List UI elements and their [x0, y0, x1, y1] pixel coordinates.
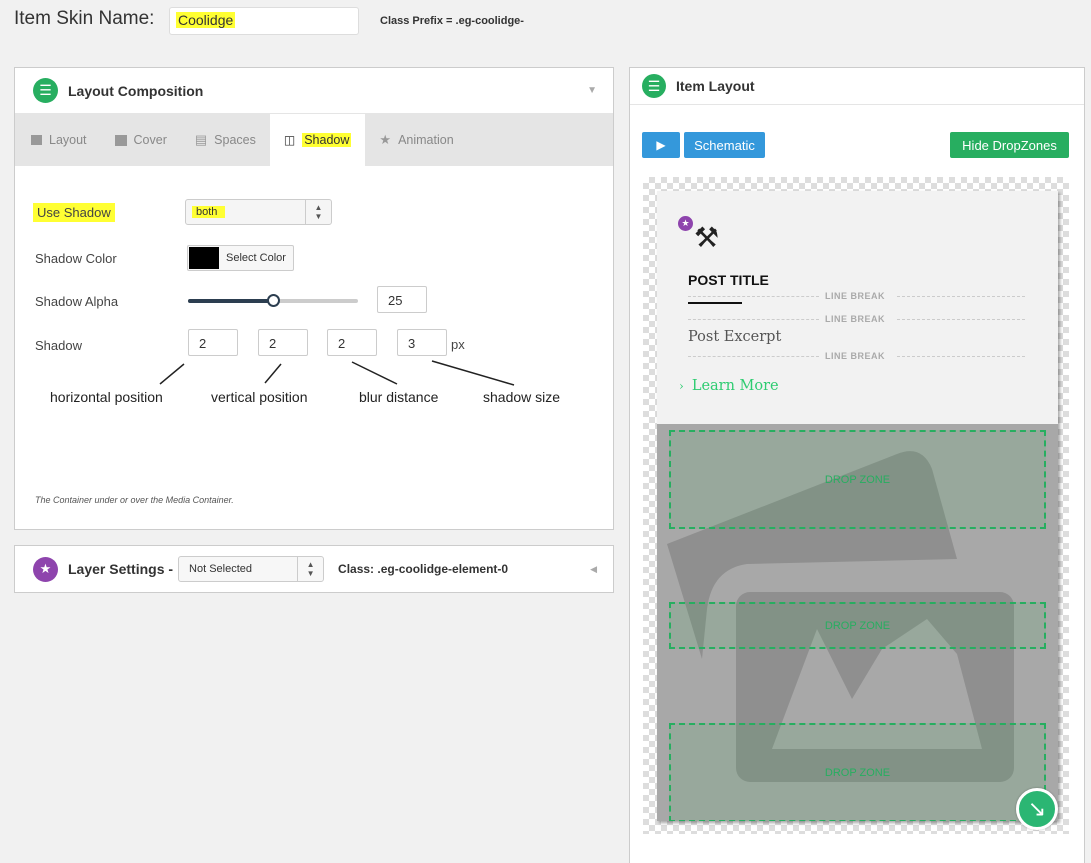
item-layout-title: Item Layout: [676, 78, 755, 94]
title-underline: [688, 302, 742, 304]
line-break-label[interactable]: LINE BREAK: [825, 351, 885, 361]
star-icon: ★: [33, 556, 58, 582]
layer-class-text: Class: .eg-coolidge-element-0: [338, 562, 509, 576]
annotation-blur-distance: blur distance: [359, 389, 439, 405]
post-title[interactable]: POST TITLE: [688, 272, 769, 288]
annotation-line-horizontal: [159, 363, 185, 385]
resize-handle-icon[interactable]: ↘: [1016, 788, 1058, 830]
hide-dropzones-button[interactable]: Hide DropZones: [950, 132, 1069, 158]
layer-settings-panel: ★ Layer Settings - Not Selected ▲ ▼ Class…: [14, 545, 614, 593]
annotation-vertical-position: vertical position: [211, 389, 308, 405]
learn-more-label: Learn More: [691, 378, 779, 394]
annotation-lines: [159, 360, 515, 386]
drop-zone-middle[interactable]: DROP ZONE: [669, 602, 1046, 649]
purple-star-badge[interactable]: ★: [678, 216, 693, 231]
line-break-label[interactable]: LINE BREAK: [825, 291, 885, 301]
shadow-help-note: The Container under or over the Media Co…: [35, 495, 234, 505]
item-layout-header[interactable]: ☰ Item Layout: [630, 68, 1084, 105]
layer-settings-title: Layer Settings -: [68, 561, 174, 577]
learn-more-link[interactable]: › Learn More: [679, 378, 779, 394]
annotation-line-size: [431, 360, 515, 386]
layer-select-value: Not Selected: [189, 563, 253, 575]
annotation-line-vertical: [264, 363, 282, 384]
chevron-right-icon: ›: [679, 379, 684, 393]
item-card: ★ ⚒ POST TITLE LINE BREAK LINE BREAK Pos…: [657, 191, 1058, 821]
line-break-dash: [688, 296, 819, 297]
line-break-dash: [897, 319, 1025, 320]
line-break-dash: [688, 319, 819, 320]
annotation-line-blur: [351, 361, 398, 385]
media-container: DROP ZONE DROP ZONE DROP ZONE: [657, 424, 1058, 821]
play-button[interactable]: ▶: [642, 132, 680, 158]
line-break-dash: [897, 356, 1025, 357]
expand-arrow-icon[interactable]: ◀: [590, 564, 597, 575]
line-break-label[interactable]: LINE BREAK: [825, 314, 885, 324]
annotation-shadow-size: shadow size: [483, 389, 561, 405]
layer-select[interactable]: Not Selected ▲ ▼: [178, 556, 325, 582]
annotation-horizontal-position: horizontal position: [50, 389, 163, 405]
post-excerpt[interactable]: Post Excerpt: [688, 329, 781, 345]
drop-zone-top[interactable]: DROP ZONE: [669, 430, 1046, 529]
line-break-dash: [688, 356, 819, 357]
tools-icon[interactable]: ⚒: [694, 221, 719, 254]
schematic-button[interactable]: Schematic: [684, 132, 765, 158]
drop-zone-bottom[interactable]: DROP ZONE: [669, 723, 1046, 821]
item-content-area: ★ ⚒ POST TITLE LINE BREAK LINE BREAK Pos…: [657, 191, 1058, 424]
play-icon: ▶: [656, 138, 666, 152]
select-caret-icon: ▲ ▼: [297, 557, 323, 581]
menu-icon: ☰: [642, 74, 666, 98]
line-break-dash: [897, 296, 1025, 297]
